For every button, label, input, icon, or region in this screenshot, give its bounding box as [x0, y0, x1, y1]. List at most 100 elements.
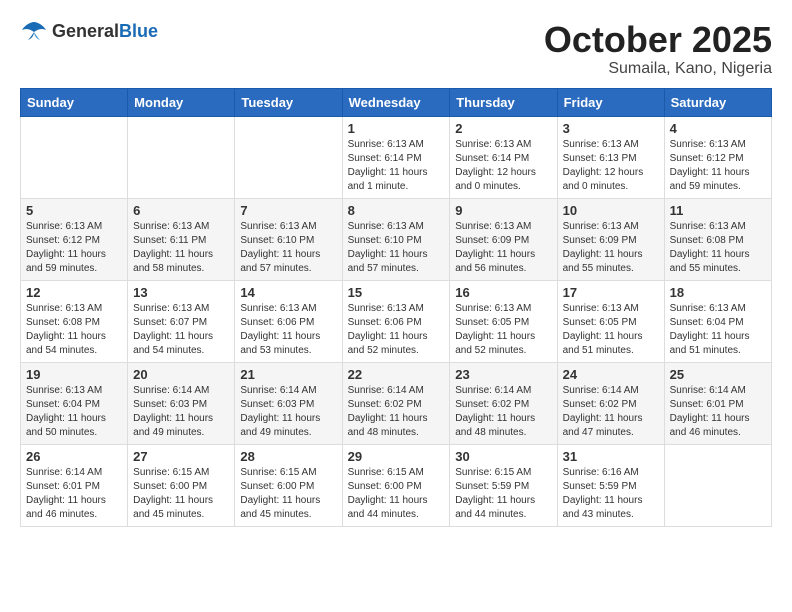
- calendar-cell: 3 Sunrise: 6:13 AMSunset: 6:13 PMDaylight…: [557, 116, 664, 198]
- day-number: 20: [133, 367, 229, 382]
- calendar-cell: 28 Sunrise: 6:15 AMSunset: 6:00 PMDayligh…: [235, 444, 342, 526]
- weekday-header: Tuesday: [235, 88, 342, 116]
- logo-general: General: [52, 21, 119, 41]
- calendar-cell: 23 Sunrise: 6:14 AMSunset: 6:02 PMDayligh…: [450, 362, 557, 444]
- logo-icon: [20, 20, 48, 42]
- day-number: 30: [455, 449, 551, 464]
- calendar-header-row: SundayMondayTuesdayWednesdayThursdayFrid…: [21, 88, 772, 116]
- day-number: 2: [455, 121, 551, 136]
- day-info: Sunrise: 6:15 AMSunset: 6:00 PMDaylight:…: [133, 466, 229, 522]
- calendar-week-row: 19Sunrise: 6:13 AMSunset: 6:04 PMDayligh…: [21, 362, 772, 444]
- logo-blue: Blue: [119, 21, 158, 41]
- calendar-cell: [128, 116, 235, 198]
- day-info: Sunrise: 6:13 AMSunset: 6:14 PMDaylight:…: [348, 138, 445, 194]
- calendar-cell: 9Sunrise: 6:13 AMSunset: 6:09 PMDaylight…: [450, 198, 557, 280]
- calendar-cell: [664, 444, 771, 526]
- calendar-cell: 16Sunrise: 6:13 AMSunset: 6:05 PMDayligh…: [450, 280, 557, 362]
- calendar-cell: 12 Sunrise: 6:13 AMSunset: 6:08 PMDayligh…: [21, 280, 128, 362]
- calendar-cell: 22 Sunrise: 6:14 AMSunset: 6:02 PMDayligh…: [342, 362, 450, 444]
- calendar-cell: 19Sunrise: 6:13 AMSunset: 6:04 PMDayligh…: [21, 362, 128, 444]
- day-info: Sunrise: 6:13 AMSunset: 6:09 PMDaylight:…: [455, 220, 551, 276]
- calendar-cell: 4Sunrise: 6:13 AMSunset: 6:12 PMDaylight…: [664, 116, 771, 198]
- calendar-cell: 7 Sunrise: 6:13 AMSunset: 6:10 PMDaylight…: [235, 198, 342, 280]
- calendar-cell: 6 Sunrise: 6:13 AMSunset: 6:11 PMDaylight…: [128, 198, 235, 280]
- day-info: Sunrise: 6:14 AMSunset: 6:01 PMDaylight:…: [670, 384, 766, 440]
- location-title: Sumaila, Kano, Nigeria: [544, 60, 772, 78]
- calendar-cell: 5 Sunrise: 6:13 AMSunset: 6:12 PMDaylight…: [21, 198, 128, 280]
- day-info: Sunrise: 6:14 AMSunset: 6:02 PMDaylight:…: [455, 384, 551, 440]
- day-number: 6: [133, 203, 229, 218]
- day-number: 22: [348, 367, 445, 382]
- calendar-cell: 17Sunrise: 6:13 AMSunset: 6:05 PMDayligh…: [557, 280, 664, 362]
- day-info: Sunrise: 6:15 AMSunset: 6:00 PMDaylight:…: [240, 466, 336, 522]
- weekday-header: Friday: [557, 88, 664, 116]
- day-number: 27: [133, 449, 229, 464]
- calendar-week-row: 26Sunrise: 6:14 AMSunset: 6:01 PMDayligh…: [21, 444, 772, 526]
- day-number: 4: [670, 121, 766, 136]
- weekday-header: Monday: [128, 88, 235, 116]
- day-info: Sunrise: 6:15 AMSunset: 6:00 PMDaylight:…: [348, 466, 445, 522]
- calendar-cell: 31Sunrise: 6:16 AMSunset: 5:59 PMDayligh…: [557, 444, 664, 526]
- month-title: October 2025: [544, 20, 772, 60]
- page-header: GeneralBlue October 2025 Sumaila, Kano, …: [20, 20, 772, 78]
- day-info: Sunrise: 6:13 AMSunset: 6:13 PMDaylight:…: [563, 138, 659, 194]
- day-number: 15: [348, 285, 445, 300]
- day-number: 10: [563, 203, 659, 218]
- calendar-cell: 11 Sunrise: 6:13 AMSunset: 6:08 PMDayligh…: [664, 198, 771, 280]
- day-info: Sunrise: 6:14 AMSunset: 6:03 PMDaylight:…: [240, 384, 336, 440]
- day-number: 25: [670, 367, 766, 382]
- day-info: Sunrise: 6:13 AMSunset: 6:08 PMDaylight:…: [26, 302, 122, 358]
- day-info: Sunrise: 6:13 AMSunset: 6:10 PMDaylight:…: [240, 220, 336, 276]
- day-number: 1: [348, 121, 445, 136]
- day-info: Sunrise: 6:13 AMSunset: 6:04 PMDaylight:…: [26, 384, 122, 440]
- calendar-week-row: 1 Sunrise: 6:13 AMSunset: 6:14 PMDaylight…: [21, 116, 772, 198]
- day-info: Sunrise: 6:13 AMSunset: 6:11 PMDaylight:…: [133, 220, 229, 276]
- calendar-cell: 20 Sunrise: 6:14 AMSunset: 6:03 PMDayligh…: [128, 362, 235, 444]
- day-number: 7: [240, 203, 336, 218]
- day-number: 14: [240, 285, 336, 300]
- calendar-cell: [21, 116, 128, 198]
- day-number: 23: [455, 367, 551, 382]
- calendar-cell: 8Sunrise: 6:13 AMSunset: 6:10 PMDaylight…: [342, 198, 450, 280]
- day-info: Sunrise: 6:13 AMSunset: 6:05 PMDaylight:…: [455, 302, 551, 358]
- day-info: Sunrise: 6:13 AMSunset: 6:07 PMDaylight:…: [133, 302, 229, 358]
- calendar-cell: 2Sunrise: 6:13 AMSunset: 6:14 PMDaylight…: [450, 116, 557, 198]
- day-info: Sunrise: 6:14 AMSunset: 6:03 PMDaylight:…: [133, 384, 229, 440]
- day-number: 13: [133, 285, 229, 300]
- day-number: 11: [670, 203, 766, 218]
- day-info: Sunrise: 6:13 AMSunset: 6:05 PMDaylight:…: [563, 302, 659, 358]
- day-info: Sunrise: 6:13 AMSunset: 6:06 PMDaylight:…: [348, 302, 445, 358]
- calendar-cell: [235, 116, 342, 198]
- calendar-cell: 15 Sunrise: 6:13 AMSunset: 6:06 PMDayligh…: [342, 280, 450, 362]
- calendar-cell: 14Sunrise: 6:13 AMSunset: 6:06 PMDayligh…: [235, 280, 342, 362]
- day-number: 18: [670, 285, 766, 300]
- calendar-cell: 25 Sunrise: 6:14 AMSunset: 6:01 PMDayligh…: [664, 362, 771, 444]
- logo: GeneralBlue: [20, 20, 158, 42]
- day-number: 28: [240, 449, 336, 464]
- calendar-cell: 27 Sunrise: 6:15 AMSunset: 6:00 PMDayligh…: [128, 444, 235, 526]
- calendar-cell: 21Sunrise: 6:14 AMSunset: 6:03 PMDayligh…: [235, 362, 342, 444]
- day-info: Sunrise: 6:13 AMSunset: 6:12 PMDaylight:…: [26, 220, 122, 276]
- day-info: Sunrise: 6:15 AMSunset: 5:59 PMDaylight:…: [455, 466, 551, 522]
- calendar-week-row: 5 Sunrise: 6:13 AMSunset: 6:12 PMDaylight…: [21, 198, 772, 280]
- calendar-cell: 10 Sunrise: 6:13 AMSunset: 6:09 PMDayligh…: [557, 198, 664, 280]
- day-info: Sunrise: 6:14 AMSunset: 6:01 PMDaylight:…: [26, 466, 122, 522]
- title-block: October 2025 Sumaila, Kano, Nigeria: [544, 20, 772, 78]
- weekday-header: Wednesday: [342, 88, 450, 116]
- calendar-cell: 30 Sunrise: 6:15 AMSunset: 5:59 PMDayligh…: [450, 444, 557, 526]
- weekday-header: Saturday: [664, 88, 771, 116]
- day-info: Sunrise: 6:13 AMSunset: 6:08 PMDaylight:…: [670, 220, 766, 276]
- calendar-week-row: 12 Sunrise: 6:13 AMSunset: 6:08 PMDayligh…: [21, 280, 772, 362]
- calendar-cell: 26Sunrise: 6:14 AMSunset: 6:01 PMDayligh…: [21, 444, 128, 526]
- day-info: Sunrise: 6:13 AMSunset: 6:04 PMDaylight:…: [670, 302, 766, 358]
- day-info: Sunrise: 6:13 AMSunset: 6:09 PMDaylight:…: [563, 220, 659, 276]
- day-info: Sunrise: 6:14 AMSunset: 6:02 PMDaylight:…: [348, 384, 445, 440]
- day-number: 3: [563, 121, 659, 136]
- day-number: 12: [26, 285, 122, 300]
- weekday-header: Thursday: [450, 88, 557, 116]
- day-info: Sunrise: 6:14 AMSunset: 6:02 PMDaylight:…: [563, 384, 659, 440]
- calendar-cell: 24Sunrise: 6:14 AMSunset: 6:02 PMDayligh…: [557, 362, 664, 444]
- day-number: 29: [348, 449, 445, 464]
- calendar-cell: 1 Sunrise: 6:13 AMSunset: 6:14 PMDaylight…: [342, 116, 450, 198]
- day-number: 5: [26, 203, 122, 218]
